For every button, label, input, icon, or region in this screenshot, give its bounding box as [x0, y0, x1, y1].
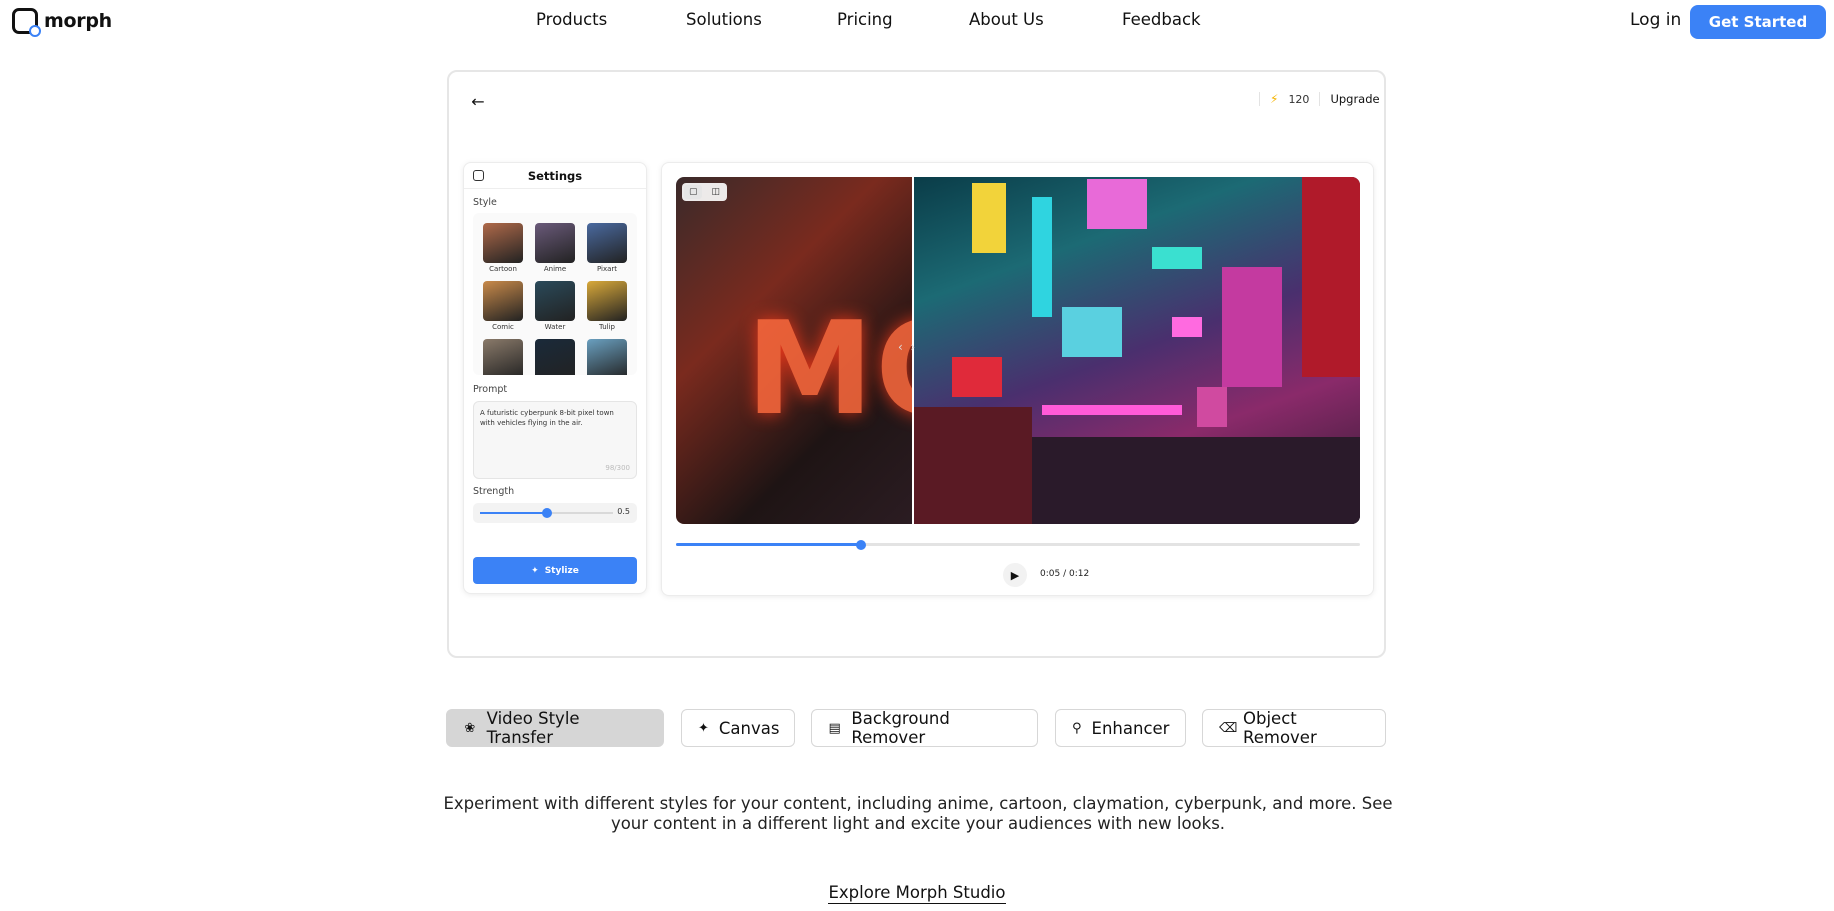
style-thumb-7[interactable]	[483, 339, 523, 375]
tab-label: Video Style Transfer	[486, 709, 580, 747]
layers-icon: ▤	[828, 720, 841, 736]
style-label-water: Water	[544, 323, 566, 331]
eraser-icon: ⌫	[1219, 720, 1238, 736]
video-progress-fill	[676, 543, 861, 546]
style-thumb-tulip[interactable]	[587, 281, 627, 321]
prompt-text: A futuristic cyberpunk 8-bit pixel town …	[480, 409, 614, 427]
tab-object-remover[interactable]: ⌫ Object Remover	[1202, 709, 1386, 747]
nav-pricing[interactable]: Pricing	[837, 10, 893, 29]
stylized-video-frame	[912, 177, 1360, 524]
nav-links: Products Solutions Pricing About Us Feed…	[0, 10, 1834, 34]
style-label-anime: Anime	[543, 265, 567, 273]
enhance-icon: ⚲	[1072, 720, 1082, 736]
prompt-label: Prompt	[473, 384, 508, 395]
video-progress-bar[interactable]	[676, 540, 1360, 550]
strength-slider-fill	[480, 512, 547, 514]
prompt-char-count: 98/300	[605, 464, 630, 472]
credits-bar: ⚡ 120 Upgrade	[1259, 92, 1380, 106]
style-thumb-water[interactable]	[535, 281, 575, 321]
style-label-cartoon: Cartoon	[489, 265, 517, 273]
style-label-tulip: Tulip	[599, 323, 615, 331]
strength-label: Strength	[473, 486, 515, 497]
video-progress-handle[interactable]	[855, 540, 866, 550]
nav-about-us[interactable]: About Us	[969, 10, 1044, 29]
explore-morph-studio-link[interactable]: Explore Morph Studio	[828, 883, 1006, 904]
style-grid: Cartoon Anime Pixart Comic Water Tulip	[473, 213, 637, 375]
single-view-icon[interactable]: ▢	[684, 185, 703, 199]
style-label-comic: Comic	[492, 323, 514, 331]
nav-products[interactable]: Products	[536, 10, 607, 29]
settings-header: Settings	[464, 163, 646, 189]
credits-count: 120	[1288, 92, 1310, 106]
get-started-button[interactable]: Get Started	[1690, 5, 1826, 39]
explore-link-container: Explore Morph Studio	[0, 883, 1834, 904]
tab-label: Object Remover	[1243, 709, 1317, 747]
tab-enhancer[interactable]: ⚲ Enhancer	[1055, 709, 1186, 747]
video-comparison[interactable]: MO ‹ › ▢ ◫	[676, 177, 1360, 524]
style-label: Style	[473, 197, 497, 208]
style-thumb-pixart[interactable]	[587, 223, 627, 263]
settings-title: Settings	[527, 168, 583, 183]
play-button[interactable]: ▶	[1003, 563, 1027, 587]
sparkle-icon: ✦	[698, 720, 709, 736]
view-mode-toggle[interactable]: ▢ ◫	[682, 183, 727, 201]
feature-tabs: ❀ Video Style Transfer ✦ Canvas ▤ Backgr…	[0, 709, 1834, 747]
tab-label: Background Remover	[851, 709, 950, 747]
tab-label: Enhancer	[1091, 718, 1170, 738]
tab-video-style-transfer[interactable]: ❀ Video Style Transfer	[446, 709, 664, 747]
split-handle-arrows-icon[interactable]: ‹ ›	[898, 340, 915, 354]
top-nav: morph Products Solutions Pricing About U…	[0, 0, 1834, 44]
style-label-pixart: Pixart	[596, 265, 618, 273]
original-video-frame: MO	[676, 177, 984, 524]
strength-slider[interactable]: 0.5	[473, 503, 637, 523]
tab-background-remover[interactable]: ▤ Background Remover	[811, 709, 1038, 747]
nav-solutions[interactable]: Solutions	[686, 10, 762, 29]
prompt-textarea[interactable]: A futuristic cyberpunk 8-bit pixel town …	[473, 401, 637, 479]
play-icon: ▶	[1010, 568, 1020, 582]
sparkle-icon: ✦	[531, 565, 539, 576]
upgrade-button[interactable]: Upgrade	[1330, 92, 1379, 106]
feature-description: Experiment with different styles for you…	[443, 794, 1393, 833]
palette-icon: ❀	[464, 720, 476, 736]
morph-logo-icon	[473, 170, 484, 181]
style-thumb-cartoon[interactable]	[483, 223, 523, 263]
tab-label: Canvas	[718, 718, 780, 738]
split-view-icon[interactable]: ◫	[707, 185, 725, 199]
video-preview-panel: MO ‹ › ▢ ◫ ▶ 0:05 / 0:12	[661, 162, 1374, 596]
tab-canvas[interactable]: ✦ Canvas	[681, 709, 795, 747]
strength-value: 0.5	[617, 507, 630, 516]
style-thumb-9[interactable]	[587, 339, 627, 375]
video-time: 0:05 / 0:12	[1040, 569, 1090, 579]
strength-slider-track	[480, 508, 613, 518]
stylize-button[interactable]: ✦ Stylize	[473, 557, 637, 584]
nav-feedback[interactable]: Feedback	[1122, 10, 1201, 29]
app-preview-frame: ← ⚡ 120 Upgrade Settings Style Cartoon A…	[447, 70, 1386, 658]
style-thumb-8[interactable]	[535, 339, 575, 375]
style-thumb-comic[interactable]	[483, 281, 523, 321]
strength-slider-handle[interactable]	[541, 508, 552, 518]
style-thumb-anime[interactable]	[535, 223, 575, 263]
back-arrow-icon[interactable]: ←	[464, 87, 492, 115]
stylize-label: Stylize	[544, 565, 579, 576]
bolt-icon: ⚡	[1270, 92, 1279, 106]
login-link[interactable]: Log in	[1630, 10, 1681, 30]
settings-panel: Settings Style Cartoon Anime Pixart Comi…	[463, 162, 647, 594]
